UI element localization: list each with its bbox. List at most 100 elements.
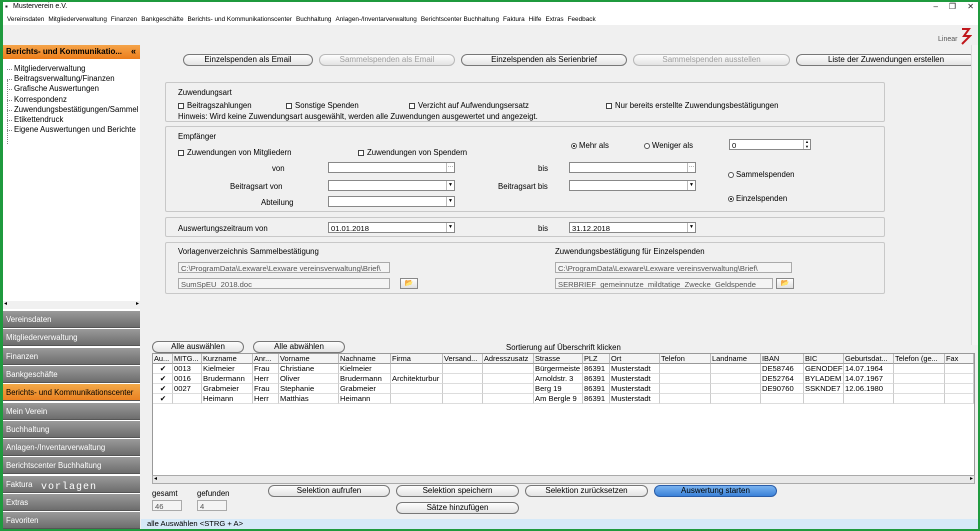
tree-item-5[interactable]: Etikettendruck: [7, 115, 63, 124]
column-header-14[interactable]: IBAN: [761, 354, 804, 364]
column-header-6[interactable]: Firma: [391, 354, 443, 364]
sonstige-spenden-checkbox[interactable]: Sonstige Spenden: [286, 101, 359, 110]
betrag-input[interactable]: 0 ▲ ▼: [729, 139, 811, 150]
bis-input[interactable]: ···: [569, 162, 696, 173]
sidebar-horizontal-scrollbar[interactable]: ◂ ▸: [3, 301, 140, 309]
einzelspenden-radio[interactable]: Einzelspenden: [728, 194, 787, 203]
nav-item-2[interactable]: Finanzen: [3, 347, 140, 365]
minimize-icon[interactable]: –: [934, 2, 938, 11]
beitragsart-bis-select[interactable]: ▼: [569, 180, 696, 191]
column-header-3[interactable]: Anr...: [253, 354, 279, 364]
tree-item-1[interactable]: Beitragsverwaltung/Finanzen: [7, 74, 115, 83]
column-header-11[interactable]: Ort: [610, 354, 660, 364]
saetze-hinzufuegen-button[interactable]: Sätze hinzufügen: [396, 502, 519, 514]
column-header-2[interactable]: Kurzname: [202, 354, 253, 364]
menu-item-1[interactable]: Mitgliederverwaltung: [46, 16, 109, 23]
chevron-down-icon[interactable]: ▼: [446, 223, 454, 232]
row-checkbox[interactable]: ✔: [153, 364, 173, 374]
folder-open-icon[interactable]: 📂: [400, 278, 418, 289]
radio-selected-icon[interactable]: [571, 143, 577, 149]
column-header-7[interactable]: Versand...: [443, 354, 483, 364]
selektion-aufrufen-button[interactable]: Selektion aufrufen: [268, 485, 390, 497]
menu-item-4[interactable]: Berichts- und Kommunikationscenter: [186, 16, 294, 23]
spender-checkbox[interactable]: Zuwendungen von Spendern: [358, 148, 467, 157]
einzelspenden-serienbrief-button[interactable]: Einzelspenden als Serienbrief: [461, 54, 627, 66]
radio-selected-icon[interactable]: [728, 196, 734, 202]
nav-item-11[interactable]: Favoriten: [3, 512, 140, 529]
alle-auswaehlen-button[interactable]: Alle auswählen: [152, 341, 244, 353]
checkbox-box-icon[interactable]: [409, 103, 415, 109]
column-header-12[interactable]: Telefon: [660, 354, 711, 364]
menu-item-6[interactable]: Anlagen-/Inventarverwaltung: [333, 16, 418, 23]
sammel-file-field[interactable]: SumSpEU_2018.doc: [178, 278, 390, 289]
column-header-10[interactable]: PLZ: [583, 354, 610, 364]
abteilung-select[interactable]: ▼: [328, 196, 455, 207]
beitragsart-von-select[interactable]: ▼: [328, 180, 455, 191]
tree-item-0[interactable]: Mitgliederverwaltung: [7, 64, 86, 73]
mitglieder-checkbox[interactable]: Zuwendungen von Mitgliedern: [178, 148, 291, 157]
beitragszahlungen-checkbox[interactable]: Beitragszahlungen: [178, 101, 252, 110]
scroll-right-icon[interactable]: ▸: [970, 475, 973, 482]
selektion-speichern-button[interactable]: Selektion speichern: [396, 485, 519, 497]
sammelspenden-email-button[interactable]: Sammelspenden als Email: [319, 54, 455, 66]
column-header-17[interactable]: Telefon (ge...: [894, 354, 945, 364]
chevron-down-icon[interactable]: ▼: [446, 181, 454, 190]
liste-zuwendungen-button[interactable]: Liste der Zuwendungen erstellen: [796, 54, 976, 66]
ellipsis-icon[interactable]: ···: [446, 163, 454, 172]
alle-abwaehlen-button[interactable]: Alle abwählen: [253, 341, 345, 353]
menu-item-2[interactable]: Finanzen: [109, 16, 139, 23]
checkbox-box-icon[interactable]: [286, 103, 292, 109]
tree-item-3[interactable]: Korrespondenz: [7, 95, 67, 104]
mehr-als-radio[interactable]: Mehr als: [571, 141, 609, 150]
menu-item-11[interactable]: Feedback: [566, 16, 598, 23]
auswertung-starten-button[interactable]: Auswertung starten: [654, 485, 777, 497]
einzel-file-field[interactable]: SERBRIEF_gemeinnutze_mildtatige_Zwecke_G…: [555, 278, 773, 289]
ellipsis-icon[interactable]: ···: [687, 163, 695, 172]
zeitraum-bis-input[interactable]: 31.12.2018 ▼: [569, 222, 696, 233]
column-header-5[interactable]: Nachname: [339, 354, 391, 364]
column-header-18[interactable]: Fax: [945, 354, 974, 364]
nav-item-1[interactable]: Mitgliederverwaltung: [3, 329, 140, 347]
scroll-right-icon[interactable]: ▸: [136, 300, 139, 307]
row-checkbox[interactable]: ✔: [153, 384, 173, 394]
column-header-1[interactable]: MITG...: [173, 354, 202, 364]
column-header-15[interactable]: BIC: [804, 354, 844, 364]
main-vertical-scrollbar[interactable]: [971, 45, 978, 345]
tree-item-2[interactable]: Grafische Auswertungen: [7, 84, 99, 93]
verzicht-checkbox[interactable]: Verzicht auf Aufwendungsersatz: [409, 101, 529, 110]
menu-item-3[interactable]: Bankgeschäfte: [139, 16, 185, 23]
table-horizontal-scrollbar[interactable]: ◂ ▸: [152, 475, 975, 484]
zeitraum-von-input[interactable]: 01.01.2018 ▼: [328, 222, 455, 233]
nav-item-0[interactable]: Vereinsdaten: [3, 311, 140, 328]
nav-item-6[interactable]: Buchhaltung: [3, 420, 140, 438]
tree-item-6[interactable]: Eigene Auswertungen und Berichte: [7, 125, 136, 134]
nav-item-8[interactable]: Berichtscenter Buchhaltung: [3, 457, 140, 475]
selektion-zuruecksetzen-button[interactable]: Selektion zurücksetzen: [525, 485, 648, 497]
nav-item-7[interactable]: Anlagen-/Inventarverwaltung: [3, 439, 140, 457]
nav-item-5[interactable]: Mein Verein: [3, 402, 140, 420]
nav-item-10[interactable]: Extras: [3, 494, 140, 511]
column-header-9[interactable]: Strasse: [534, 354, 583, 364]
radio-icon[interactable]: [728, 172, 734, 178]
row-checkbox[interactable]: ✔: [153, 374, 173, 384]
nav-item-4[interactable]: Berichts- und Kommunikationscenter: [3, 384, 140, 402]
menu-item-5[interactable]: Buchhaltung: [294, 16, 334, 23]
nur-erstellte-checkbox[interactable]: Nur bereits erstellte Zuwendungsbestätig…: [606, 101, 778, 110]
column-header-16[interactable]: Geburtsdat...: [844, 354, 894, 364]
menu-item-7[interactable]: Berichtscenter Buchhaltung: [419, 16, 501, 23]
checkbox-box-icon[interactable]: [358, 150, 364, 156]
column-header-4[interactable]: Vorname: [279, 354, 339, 364]
sammelspenden-radio[interactable]: Sammelspenden: [728, 170, 795, 179]
folder-open-icon[interactable]: 📂: [776, 278, 794, 289]
column-header-13[interactable]: Landname: [711, 354, 761, 364]
menu-item-0[interactable]: Vereinsdaten: [5, 16, 46, 23]
einzelspenden-email-button[interactable]: Einzelspenden als Email: [183, 54, 313, 66]
chevron-down-icon[interactable]: ▼: [687, 223, 695, 232]
nav-item-3[interactable]: Bankgeschäfte: [3, 365, 140, 383]
checkbox-box-icon[interactable]: [606, 103, 612, 109]
checkbox-box-icon[interactable]: [178, 103, 184, 109]
spinner-icon[interactable]: ▲ ▼: [803, 140, 810, 149]
chevron-down-icon[interactable]: ▼: [446, 197, 454, 206]
scroll-left-icon[interactable]: ◂: [4, 300, 7, 307]
tree-item-4[interactable]: Zuwendungsbestätigungen/Sammel: [7, 105, 138, 114]
